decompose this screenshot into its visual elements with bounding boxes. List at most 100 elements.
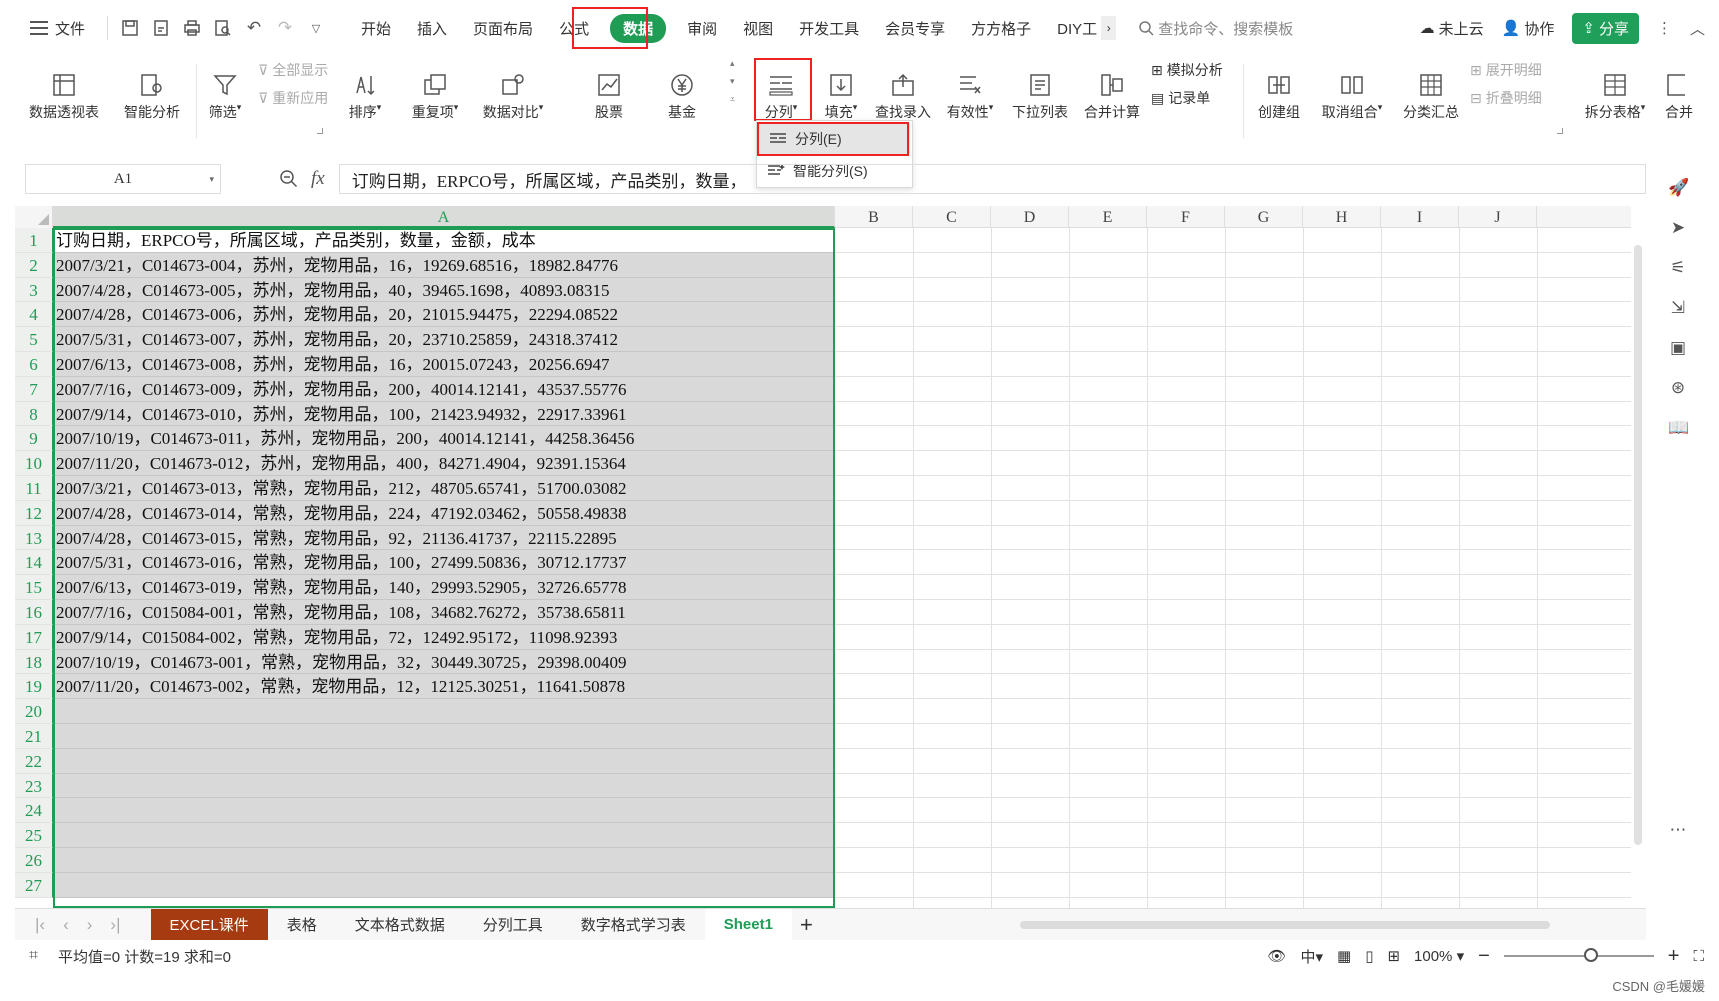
- row-header[interactable]: 2: [15, 252, 53, 278]
- sliders-icon[interactable]: ⚟: [1668, 258, 1688, 278]
- filter-group-launcher-icon[interactable]: [317, 128, 323, 134]
- tab-home[interactable]: 开始: [348, 0, 404, 56]
- empty-cells[interactable]: [835, 550, 1631, 576]
- row-header[interactable]: 20: [15, 699, 53, 724]
- cell-a[interactable]: 2007/6/13，C014673-019，常熟，宠物用品，140，29993.…: [53, 575, 834, 600]
- more-horizontal-icon[interactable]: ⋯: [1668, 820, 1688, 840]
- last-sheet-icon[interactable]: ›|: [110, 915, 120, 935]
- split-table-button[interactable]: 拆分表格▾: [1577, 56, 1653, 122]
- row-header[interactable]: 10: [15, 451, 53, 476]
- cell-a[interactable]: 2007/4/28，C014673-014，常熟，宠物用品，224，47192.…: [53, 500, 834, 526]
- create-group-button[interactable]: 创建组: [1251, 56, 1307, 122]
- column-header-e[interactable]: E: [1069, 206, 1147, 228]
- zoom-out-icon[interactable]: −: [1478, 945, 1490, 968]
- row-header[interactable]: 4: [15, 302, 53, 328]
- cell-a[interactable]: [53, 823, 834, 848]
- zoom-level[interactable]: 100% ▾: [1414, 947, 1464, 965]
- empty-cells[interactable]: [835, 302, 1631, 328]
- eye-protection-icon[interactable]: 👁: [1267, 947, 1286, 965]
- command-search[interactable]: 查找命令、搜索模板: [1138, 18, 1293, 39]
- column-header-f[interactable]: F: [1147, 206, 1225, 228]
- column-header-d[interactable]: D: [991, 206, 1069, 228]
- cell-a[interactable]: 2007/3/21，C014673-013，常熟，宠物用品，212，48705.…: [53, 475, 834, 501]
- row-header[interactable]: 6: [15, 351, 53, 377]
- cell-a[interactable]: 2007/11/20，C014673-012，苏州，宠物用品，400，84271…: [53, 451, 834, 476]
- expand-detail-button[interactable]: ⊞ 展开明细: [1470, 60, 1542, 80]
- empty-cells[interactable]: [835, 253, 1631, 278]
- column-header-a[interactable]: A: [53, 206, 835, 228]
- sheet-tab-excel-course[interactable]: EXCEL课件: [150, 908, 268, 941]
- insert-function-icon[interactable]: fx: [311, 168, 325, 190]
- input-method-icon[interactable]: 中▾: [1300, 946, 1323, 967]
- save-icon[interactable]: [120, 18, 140, 38]
- undo-icon[interactable]: ↶: [244, 18, 264, 38]
- tab-review[interactable]: 审阅: [674, 0, 730, 56]
- compare-button[interactable]: 数据对比▾: [477, 56, 549, 122]
- horizontal-scrollbar-thumb[interactable]: [1020, 921, 1550, 929]
- page-break-view-icon[interactable]: ⊞: [1387, 947, 1400, 965]
- row-header[interactable]: 27: [15, 872, 53, 898]
- empty-cells[interactable]: [835, 823, 1631, 848]
- row-header[interactable]: 23: [15, 773, 53, 799]
- sort-button[interactable]: 排序▾: [343, 56, 387, 122]
- empty-cells[interactable]: [835, 650, 1631, 675]
- row-header[interactable]: 22: [15, 748, 53, 774]
- book-icon[interactable]: 📖: [1668, 418, 1689, 438]
- row-header[interactable]: 21: [15, 723, 53, 749]
- sheet-tab-table[interactable]: 表格: [268, 909, 336, 941]
- lookup-entry-button[interactable]: 查找录入: [870, 56, 936, 122]
- cell-a[interactable]: 2007/4/28，C014673-005，苏州，宠物用品，40，39465.1…: [53, 277, 834, 303]
- collapse-ribbon-icon[interactable]: ︿: [1690, 18, 1705, 39]
- filter-button[interactable]: 筛选▾: [205, 56, 245, 122]
- tab-fangfang[interactable]: 方方格子: [958, 0, 1044, 56]
- horizontal-scrollbar[interactable]: [1000, 918, 1615, 932]
- cell-a[interactable]: 2007/5/31，C014673-007，苏州，宠物用品，20，23710.2…: [53, 327, 834, 352]
- row-header[interactable]: 18: [15, 649, 53, 675]
- ribbon-expand-icon[interactable]: ⩡: [730, 94, 735, 105]
- tab-insert[interactable]: 插入: [404, 0, 460, 56]
- cell-a[interactable]: [53, 872, 834, 898]
- tab-developer[interactable]: 开发工具: [786, 0, 872, 56]
- show-all-button[interactable]: ⊽ 全部显示: [258, 60, 328, 80]
- smart-analysis-button[interactable]: 智能分析: [122, 56, 182, 122]
- cloud-status[interactable]: ☁ 未上云: [1420, 18, 1484, 39]
- column-header-c[interactable]: C: [913, 206, 991, 228]
- sheet-tab-sheet1[interactable]: Sheet1: [704, 908, 792, 941]
- row-header[interactable]: 5: [15, 327, 53, 352]
- row-header[interactable]: 3: [15, 277, 53, 303]
- stock-button[interactable]: 股票: [587, 56, 631, 122]
- cell-a[interactable]: 2007/4/28，C014673-015，常熟，宠物用品，92，21136.4…: [53, 525, 834, 551]
- empty-cells[interactable]: [835, 501, 1631, 526]
- formula-input[interactable]: 订购日期，ERPCO号，所属区域，产品类别，数量，: [338, 164, 1646, 194]
- cell-a[interactable]: 2007/9/14，C015084-002，常熟，宠物用品，72，12492.9…: [53, 624, 834, 650]
- cell-a[interactable]: [53, 773, 834, 799]
- reapply-button[interactable]: ⊽ 重新应用: [258, 88, 328, 108]
- cell-a[interactable]: 订购日期，ERPCO号，所属区域，产品类别，数量，金额，成本: [53, 228, 834, 253]
- first-sheet-icon[interactable]: |‹: [35, 915, 45, 935]
- collapse-detail-button[interactable]: ⊟ 折叠明细: [1470, 88, 1542, 108]
- cell-a[interactable]: 2007/6/13，C014673-008，苏州，宠物用品，16，20015.0…: [53, 351, 834, 377]
- row-header[interactable]: 15: [15, 575, 53, 600]
- print-icon[interactable]: [182, 18, 202, 38]
- zoom-slider-handle[interactable]: [1583, 948, 1598, 962]
- cell-a[interactable]: [53, 699, 834, 724]
- validity-button[interactable]: 有效性▾: [940, 56, 1000, 122]
- tab-member[interactable]: 会员专享: [872, 0, 958, 56]
- pivot-table-button[interactable]: 数据透视表: [29, 56, 99, 122]
- merge-button[interactable]: 合并: [1665, 56, 1701, 122]
- empty-cells[interactable]: [835, 625, 1631, 650]
- cell-a[interactable]: [53, 798, 834, 824]
- empty-cells[interactable]: [835, 575, 1631, 600]
- add-sheet-icon[interactable]: +: [800, 912, 813, 938]
- row-header[interactable]: 24: [15, 798, 53, 824]
- column-header-h[interactable]: H: [1303, 206, 1381, 228]
- fullscreen-icon[interactable]: ⛶: [1693, 948, 1704, 965]
- print-preview-icon[interactable]: [213, 18, 233, 38]
- row-header[interactable]: 13: [15, 525, 53, 551]
- column-header-j[interactable]: J: [1459, 206, 1537, 228]
- ribbon-scroll-down-icon[interactable]: ▾: [730, 76, 735, 87]
- row-header[interactable]: 17: [15, 624, 53, 650]
- name-box-dropdown-icon[interactable]: ▾: [209, 174, 214, 185]
- empty-cells[interactable]: [835, 377, 1631, 402]
- cell-a[interactable]: [53, 723, 834, 749]
